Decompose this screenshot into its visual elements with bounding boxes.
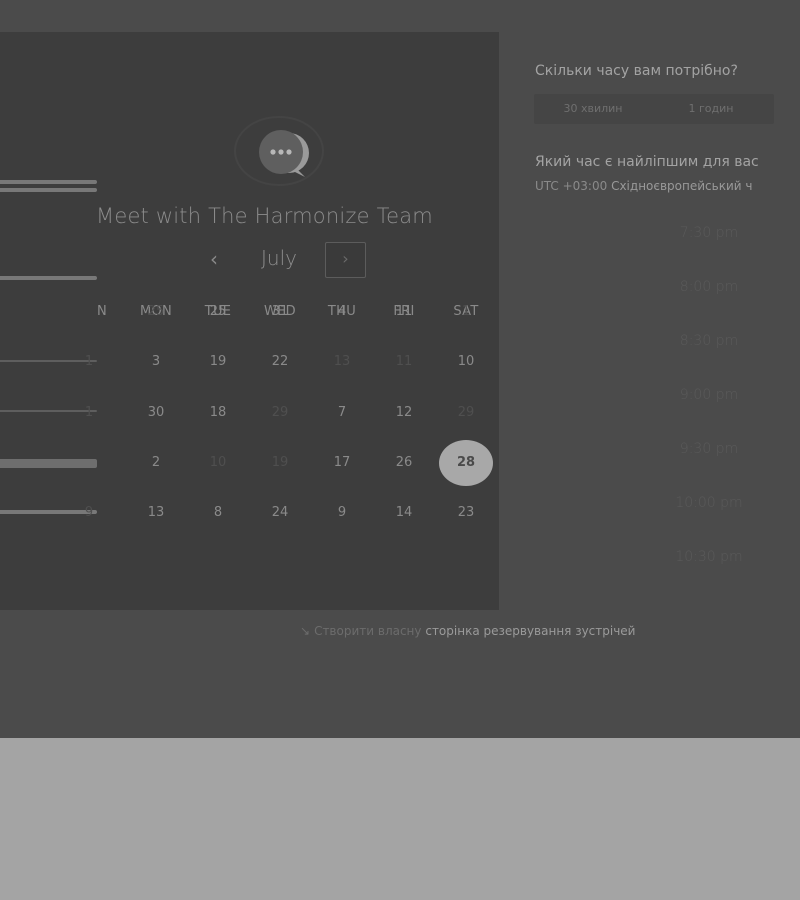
calendar-day[interactable]: 14	[376, 490, 432, 536]
duration-question: Скільки часу вам потрібно?	[535, 63, 738, 79]
calendar-day[interactable]: 25	[190, 289, 246, 335]
calendar-day[interactable]: 18	[190, 390, 246, 436]
calendar-day[interactable]: 19	[252, 440, 308, 486]
calendar-day[interactable]: 29	[438, 390, 494, 436]
chevron-right-icon: ›	[342, 249, 349, 268]
chat-bubble-logo-icon	[234, 116, 324, 186]
calendar-day[interactable]: 29	[252, 390, 308, 436]
calendar-day-partial[interactable]: 1	[74, 339, 104, 385]
calendar-day[interactable]: 30	[128, 390, 184, 436]
calendar-day[interactable]: 7	[314, 390, 370, 436]
next-month-button[interactable]: ›	[325, 242, 366, 278]
month-navigation: ‹ July ›	[196, 242, 376, 278]
duration-selector: 30 хвилин 1 годин	[534, 94, 774, 124]
calendar-day[interactable]: 12	[376, 390, 432, 436]
calendar-day[interactable]: 25	[128, 289, 184, 335]
calendar-day[interactable]: 13	[314, 339, 370, 385]
footer-note: ↘ Створити власну сторінка резервування з…	[300, 624, 635, 638]
calendar-day[interactable]: 8	[190, 490, 246, 536]
duration-option-1-hour[interactable]: 1 годин	[652, 94, 770, 124]
calendar-day[interactable]: 9	[314, 490, 370, 536]
calendar-day[interactable]: 11	[376, 289, 432, 335]
timezone-name: Східноєвропейський ч	[611, 179, 753, 193]
time-slot[interactable]: 10:00 pm	[650, 488, 768, 518]
decor-stripe	[0, 276, 97, 280]
time-slot[interactable]: 9:30 pm	[650, 434, 768, 464]
month-label: July	[261, 246, 297, 270]
timezone-label[interactable]: UTC +03:00 Східноєвропейський ч	[535, 179, 752, 193]
time-question: Який час є найліпшим для вас	[535, 154, 759, 170]
cursor-arrow-icon: ↘	[300, 624, 311, 638]
calendar-day-selected[interactable]: 28	[439, 440, 493, 486]
calendar-day-partial[interactable]: 9	[74, 490, 104, 536]
time-slot[interactable]: 7:30 pm	[650, 218, 768, 248]
calendar-day[interactable]: 26	[376, 440, 432, 486]
calendar-day-partial[interactable]: 1	[74, 390, 104, 436]
page-title: Meet with The Harmonize Team	[96, 204, 433, 228]
calendar-day[interactable]: 1	[438, 289, 494, 335]
calendar-day-partial[interactable]	[74, 440, 104, 486]
calendar-day-partial[interactable]	[74, 289, 104, 335]
footer-prefix: Створити власну	[314, 624, 422, 638]
calendar-day[interactable]: 23	[438, 490, 494, 536]
time-slot[interactable]: 9:00 pm	[650, 380, 768, 410]
calendar-day[interactable]: 2	[128, 440, 184, 486]
chevron-left-icon: ‹	[210, 247, 218, 271]
calendar-day[interactable]: 19	[190, 339, 246, 385]
calendar-day[interactable]: 24	[252, 490, 308, 536]
time-slot[interactable]: 8:30 pm	[650, 326, 768, 356]
calendar-day[interactable]: 10	[438, 339, 494, 385]
calendar-day[interactable]: 10	[190, 440, 246, 486]
calendar-day[interactable]: 3	[128, 339, 184, 385]
duration-option-30-min[interactable]: 30 хвилин	[534, 94, 652, 124]
calendar-day[interactable]: 11	[376, 339, 432, 385]
calendar-day[interactable]: 22	[252, 339, 308, 385]
calendar-day[interactable]: 4	[314, 289, 370, 335]
previous-month-button[interactable]: ‹	[196, 242, 232, 278]
booking-page: Meet with The Harmonize Team ‹ July › NM…	[0, 0, 800, 738]
time-slot[interactable]: 8:00 pm	[650, 272, 768, 302]
calendar-card: Meet with The Harmonize Team ‹ July › NM…	[0, 32, 499, 610]
calendar-day[interactable]: 17	[314, 440, 370, 486]
calendar-day[interactable]: 13	[128, 490, 184, 536]
create-booking-page-link[interactable]: сторінка резервування зустрічей	[425, 624, 635, 638]
timezone-offset: UTC +03:00	[535, 179, 608, 193]
decor-stripe	[0, 180, 97, 184]
decor-stripe	[0, 188, 97, 192]
time-slot[interactable]: 10:30 pm	[650, 542, 768, 572]
calendar-day[interactable]: 31	[252, 289, 308, 335]
